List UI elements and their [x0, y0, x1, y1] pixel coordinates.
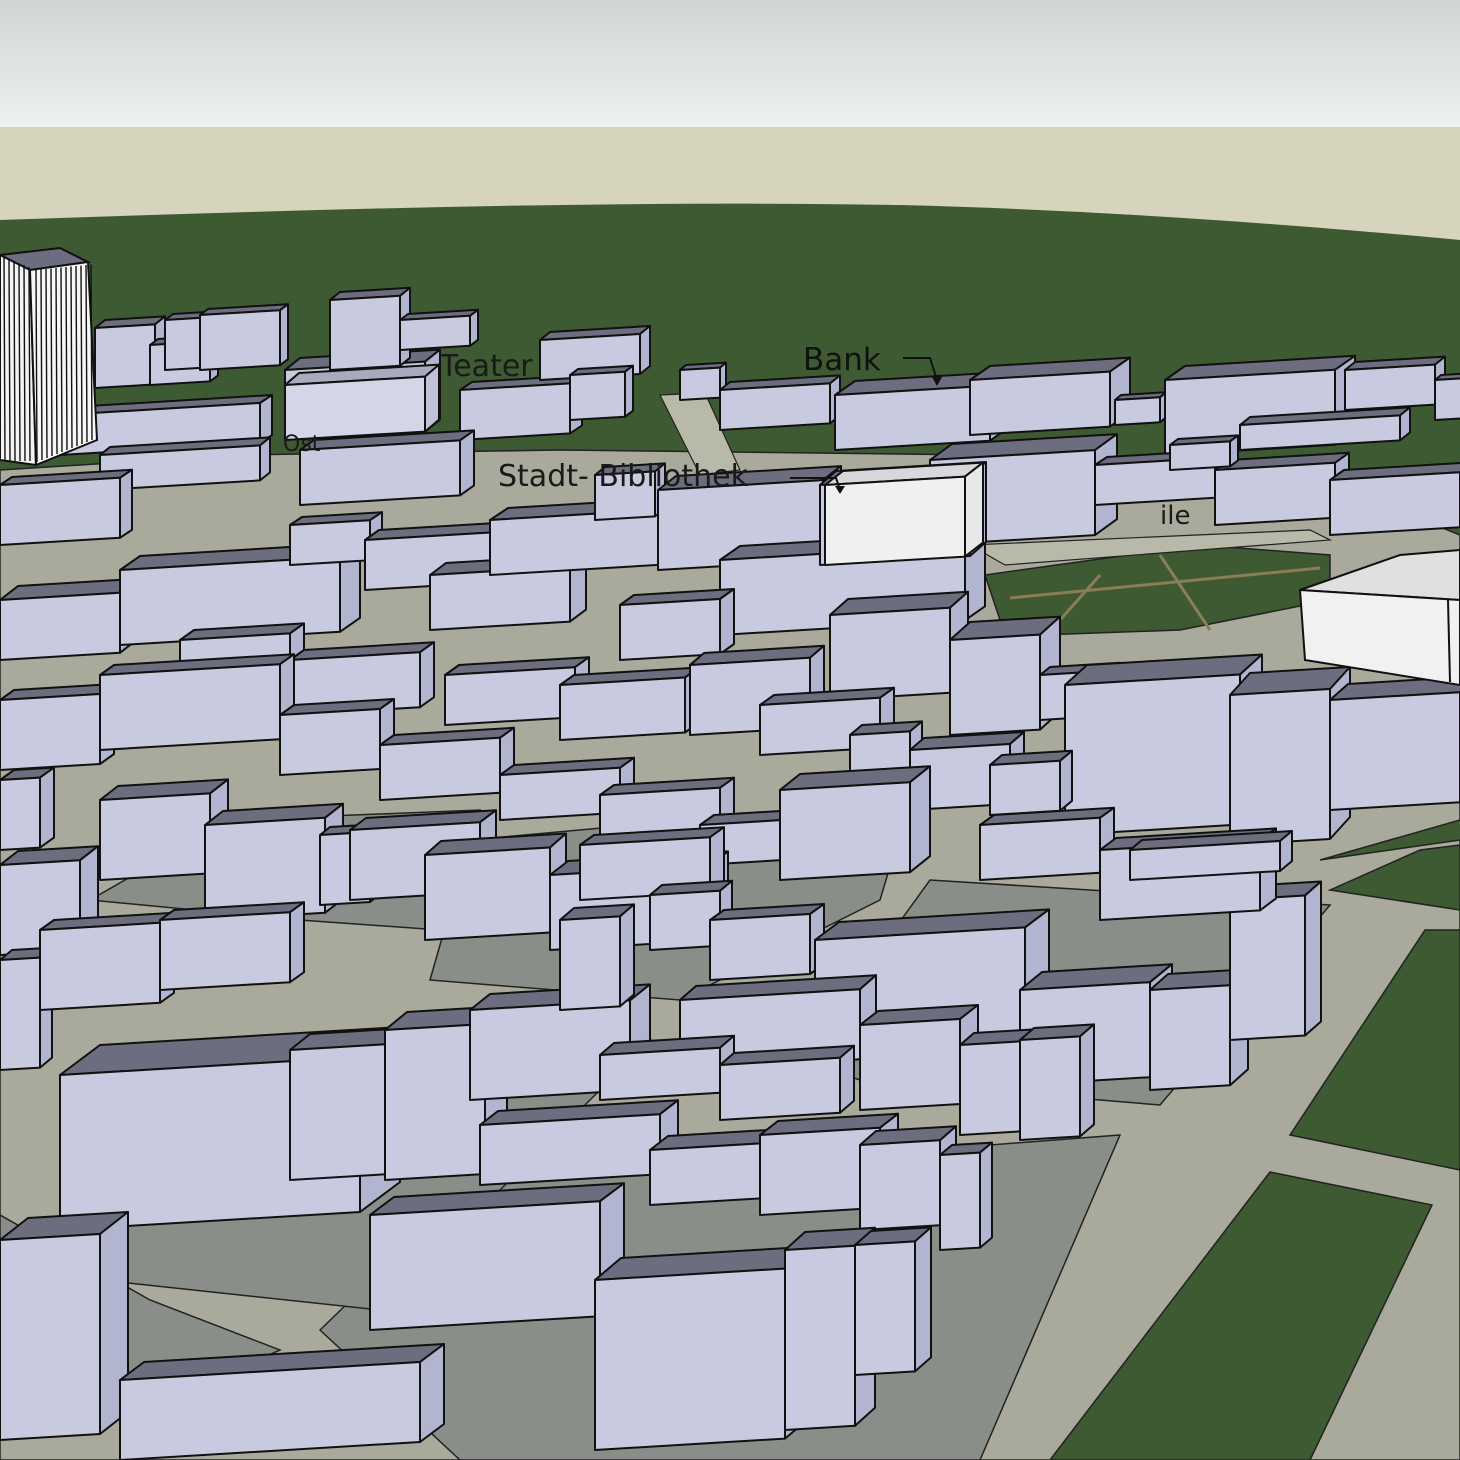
building-near-32[interactable] — [479, 1099, 679, 1186]
tower-mullion — [90, 264, 93, 441]
building-near-25[interactable] — [559, 903, 635, 1011]
office-tower[interactable] — [0, 246, 99, 467]
tower-mullion — [23, 264, 26, 462]
building-mid-29[interactable] — [379, 726, 515, 801]
building-near-36[interactable] — [939, 1141, 993, 1251]
theatre-building[interactable] — [284, 363, 440, 441]
building-mid-28[interactable] — [279, 698, 395, 776]
model-viewport[interactable]: Teater Bank Stadt- Bibliothek Ost ile — [0, 0, 1460, 1460]
label-stadtbibliothek: Stadt- Bibliothek — [498, 459, 748, 494]
tower-mullion — [65, 266, 68, 451]
building-far-25[interactable] — [1329, 462, 1460, 536]
building-far-20[interactable] — [0, 468, 133, 546]
building-near-29[interactable] — [1019, 1023, 1095, 1141]
tower-mullion — [55, 267, 58, 455]
building-mid-15[interactable] — [1329, 676, 1460, 811]
building-near-31[interactable] — [719, 1044, 855, 1121]
building-far-21[interactable] — [299, 429, 475, 506]
building-near-15[interactable] — [979, 806, 1115, 881]
library-building[interactable] — [824, 461, 984, 566]
building-far-17[interactable] — [1434, 372, 1460, 421]
tower-mullion — [28, 266, 31, 462]
building-near-6[interactable] — [424, 832, 567, 941]
building-mid-19[interactable] — [619, 588, 735, 661]
building-near-0[interactable] — [0, 766, 55, 851]
building-mid-20[interactable] — [559, 666, 700, 741]
building-mid-26[interactable] — [0, 683, 115, 771]
building-far-27[interactable] — [1169, 434, 1239, 471]
tower-mullion — [13, 260, 16, 462]
building-mid-0[interactable] — [0, 577, 139, 661]
tower-mullion — [40, 269, 43, 461]
label-fragment-right: ile — [1160, 501, 1191, 531]
label-fragment-left: Ost — [283, 432, 321, 457]
building-far-9[interactable] — [569, 364, 634, 421]
building-far-11[interactable] — [719, 374, 841, 431]
tower-mullion — [75, 265, 78, 447]
building-mid-33[interactable] — [779, 765, 931, 881]
building-near-20[interactable] — [159, 901, 305, 991]
building-mid-25[interactable] — [989, 749, 1073, 816]
building-near-37[interactable] — [369, 1182, 625, 1331]
building-far-3[interactable] — [199, 303, 289, 371]
building-far-5[interactable] — [329, 286, 411, 371]
building-near-30[interactable] — [599, 1034, 735, 1101]
label-teater: Teater — [440, 349, 533, 384]
tower-mullion — [35, 269, 38, 463]
building-near-40[interactable] — [854, 1226, 932, 1376]
tower-mullion — [50, 268, 53, 457]
tower-mullion — [85, 264, 88, 443]
building-mid-10[interactable] — [829, 590, 969, 701]
tower-mullion — [60, 267, 63, 453]
tower-mullion — [45, 268, 48, 459]
building-near-17[interactable] — [1129, 830, 1293, 881]
tower-mullion — [80, 265, 83, 445]
building-near-38[interactable] — [594, 1245, 812, 1451]
building-far-6[interactable] — [399, 308, 479, 351]
tower-mullion — [8, 258, 11, 462]
building-mid-27[interactable] — [99, 653, 295, 751]
building-far-16[interactable] — [1344, 355, 1446, 411]
sky — [0, 0, 1460, 128]
building-far-7[interactable] — [459, 374, 583, 441]
city-model-scene[interactable] — [0, 0, 1460, 1460]
building-near-19[interactable] — [39, 911, 175, 1011]
building-near-41[interactable] — [0, 1211, 129, 1441]
building-far-13[interactable] — [969, 356, 1131, 436]
building-near-10[interactable] — [709, 903, 825, 981]
label-bank: Bank — [803, 342, 881, 378]
tower-mullion — [70, 266, 73, 449]
tower-mullion — [3, 256, 6, 462]
building-near-42[interactable] — [119, 1343, 445, 1460]
tower-mullion — [18, 262, 21, 462]
building-far-14[interactable] — [1114, 391, 1167, 426]
